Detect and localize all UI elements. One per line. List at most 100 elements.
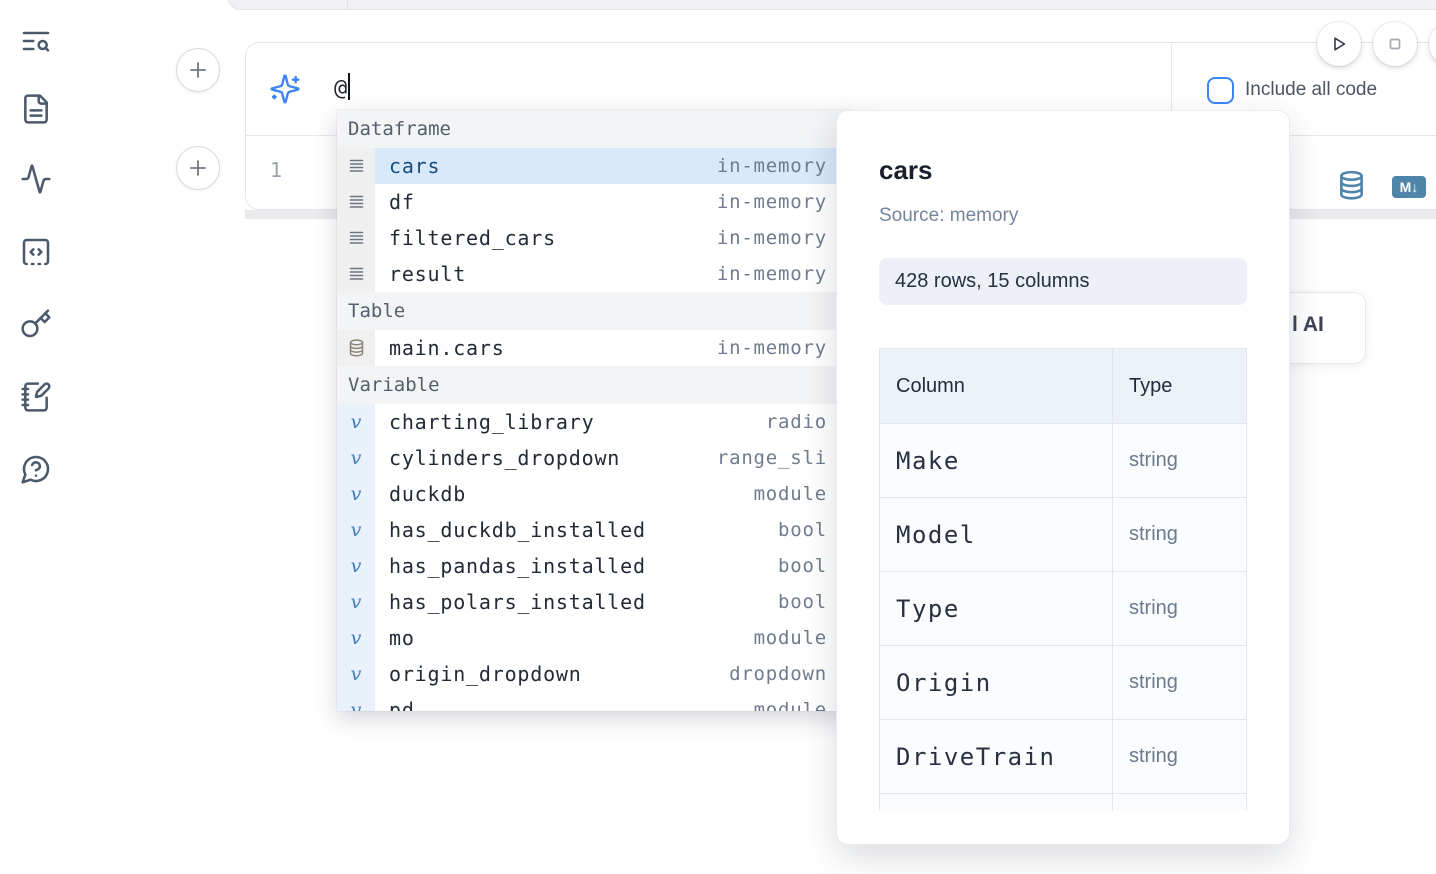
- schema-column-type: string: [1129, 745, 1178, 768]
- schema-table: Column Type Make string Model string Type strin…: [879, 348, 1247, 811]
- variable-icon: v: [337, 512, 375, 548]
- table-database-icon: [337, 330, 375, 366]
- completion-item-type: bool: [778, 555, 827, 577]
- autocomplete: Dataframecarsin-memorydfin-memoryfiltere…: [337, 110, 853, 711]
- completion-item[interactable]: vpdmodule: [337, 692, 853, 711]
- schema-column-name: Model: [896, 521, 976, 549]
- completion-item-type: bool: [778, 591, 827, 613]
- completion-item-name: cylinders_dropdown: [389, 446, 620, 470]
- completion-item-name: result: [389, 262, 466, 286]
- variable-icon: v: [337, 620, 375, 656]
- completion-item-name: main.cars: [389, 336, 505, 360]
- ai-prompt-input[interactable]: @: [334, 73, 350, 101]
- text-search-icon[interactable]: [20, 25, 52, 57]
- completion-item-type: radio: [766, 411, 827, 433]
- completion-item-name: has_pandas_installed: [389, 554, 646, 578]
- completion-section-header: Table: [337, 292, 853, 330]
- schema-column-type: string: [1129, 671, 1178, 694]
- schema-column-name: DriveTrain: [896, 743, 1056, 771]
- database-icon[interactable]: [1338, 170, 1365, 201]
- dataframe-icon: [337, 184, 375, 220]
- schema-row: Type string: [880, 571, 1246, 645]
- include-all-code-label: Include all code: [1245, 79, 1377, 101]
- completion-section-header: Dataframe: [337, 110, 853, 148]
- schema-column-name: Type: [896, 595, 960, 623]
- left-sidebar: [0, 0, 72, 874]
- completion-item-type: in-memory: [717, 227, 827, 249]
- code-snippets-icon[interactable]: [20, 236, 52, 268]
- schema-row: Make string: [880, 423, 1246, 497]
- plus-icon: [188, 158, 208, 178]
- variable-icon: v: [337, 548, 375, 584]
- schema-column-name: Make: [896, 447, 960, 475]
- schema-column-type: string: [1129, 523, 1178, 546]
- completion-item-type: bool: [778, 519, 827, 541]
- completion-item[interactable]: v origin_dropdown dropdown: [337, 656, 853, 692]
- previous-cell-divider: [347, 0, 348, 9]
- completion-item-type: in-memory: [717, 337, 827, 359]
- completion-item-name: pd: [389, 698, 415, 711]
- dataframe-icon: [337, 148, 375, 184]
- completion-item-name: df: [389, 190, 415, 214]
- line-number: 1: [270, 158, 282, 182]
- stop-button[interactable]: [1373, 22, 1417, 66]
- completion-item-name: filtered_cars: [389, 226, 556, 250]
- completion-item-type: module: [754, 483, 827, 505]
- sparkles-icon: [269, 73, 301, 105]
- completion-item[interactable]: vcharting_libraryradio: [337, 404, 853, 440]
- completion-item[interactable]: vhas_duckdb_installedbool: [337, 512, 853, 548]
- completion-item[interactable]: v cylinders_dropdown range_sli: [337, 440, 853, 476]
- completion-item[interactable]: v has_polars_installed bool: [337, 584, 853, 620]
- completion-item[interactable]: result in-memory: [337, 256, 853, 292]
- key-icon[interactable]: [20, 308, 52, 340]
- add-cell-below-button[interactable]: [176, 146, 220, 190]
- completion-item[interactable]: cars in-memory: [337, 148, 853, 184]
- activity-icon[interactable]: [20, 163, 52, 195]
- schema-column-type: string: [1129, 449, 1178, 472]
- help-chat-icon[interactable]: [20, 453, 52, 485]
- schema-table-clip: Column Type Make string Model string Type strin…: [879, 348, 1247, 811]
- add-cell-above-button[interactable]: [176, 48, 220, 92]
- file-text-icon[interactable]: [20, 93, 52, 125]
- completion-item[interactable]: vduckdbmodule: [337, 476, 853, 512]
- completion-item[interactable]: vmo module: [337, 620, 853, 656]
- include-all-code-checkbox[interactable]: [1207, 77, 1234, 104]
- run-cell-button[interactable]: [1317, 22, 1361, 66]
- variable-icon: v: [337, 584, 375, 620]
- completion-item[interactable]: filtered_cars in-memory: [337, 220, 853, 256]
- ai-prompt-text: @: [334, 76, 347, 101]
- completion-item-type: module: [754, 699, 827, 711]
- schema-row: Model string: [880, 497, 1246, 571]
- completion-item-type: range_sli: [717, 447, 827, 469]
- dataframe-preview-popup: cars Source: memory 428 rows, 15 columns…: [836, 110, 1290, 845]
- play-icon: [1327, 32, 1351, 56]
- markdown-convert-icon[interactable]: M↓: [1392, 176, 1426, 198]
- schema-header-type: Type: [1129, 375, 1172, 398]
- completion-item-type: module: [754, 627, 827, 649]
- completion-item-name: cars: [389, 154, 440, 178]
- schema-column-name: Origin: [896, 669, 992, 697]
- variable-icon: v: [337, 656, 375, 692]
- notebook-pen-icon[interactable]: [20, 381, 52, 413]
- completion-item[interactable]: v has_pandas_installed bool: [337, 548, 853, 584]
- completion-item-name: duckdb: [389, 482, 466, 506]
- generate-with-ai-label: l AI: [1292, 313, 1324, 337]
- schema-header-column: Column: [896, 375, 965, 398]
- completion-item-type: in-memory: [717, 155, 827, 177]
- completion-item-type: in-memory: [717, 263, 827, 285]
- completion-item[interactable]: main.cars in-memory: [337, 330, 853, 366]
- plus-icon: [188, 60, 208, 80]
- completion-item-name: origin_dropdown: [389, 662, 582, 686]
- completion-item-name: has_polars_installed: [389, 590, 646, 614]
- variable-icon: v: [337, 440, 375, 476]
- schema-column-type: string: [1129, 597, 1178, 620]
- popup-source: Source: memory: [879, 205, 1018, 227]
- completion-section-header: Variable: [337, 366, 853, 404]
- completion-item-name: mo: [389, 626, 415, 650]
- previous-cell-partial[interactable]: [228, 0, 1436, 10]
- dataframe-icon: [337, 256, 375, 292]
- completion-item-type: dropdown: [729, 663, 827, 685]
- dataframe-icon: [337, 220, 375, 256]
- completion-item[interactable]: dfin-memory: [337, 184, 853, 220]
- schema-row: DriveTrain string: [880, 719, 1246, 793]
